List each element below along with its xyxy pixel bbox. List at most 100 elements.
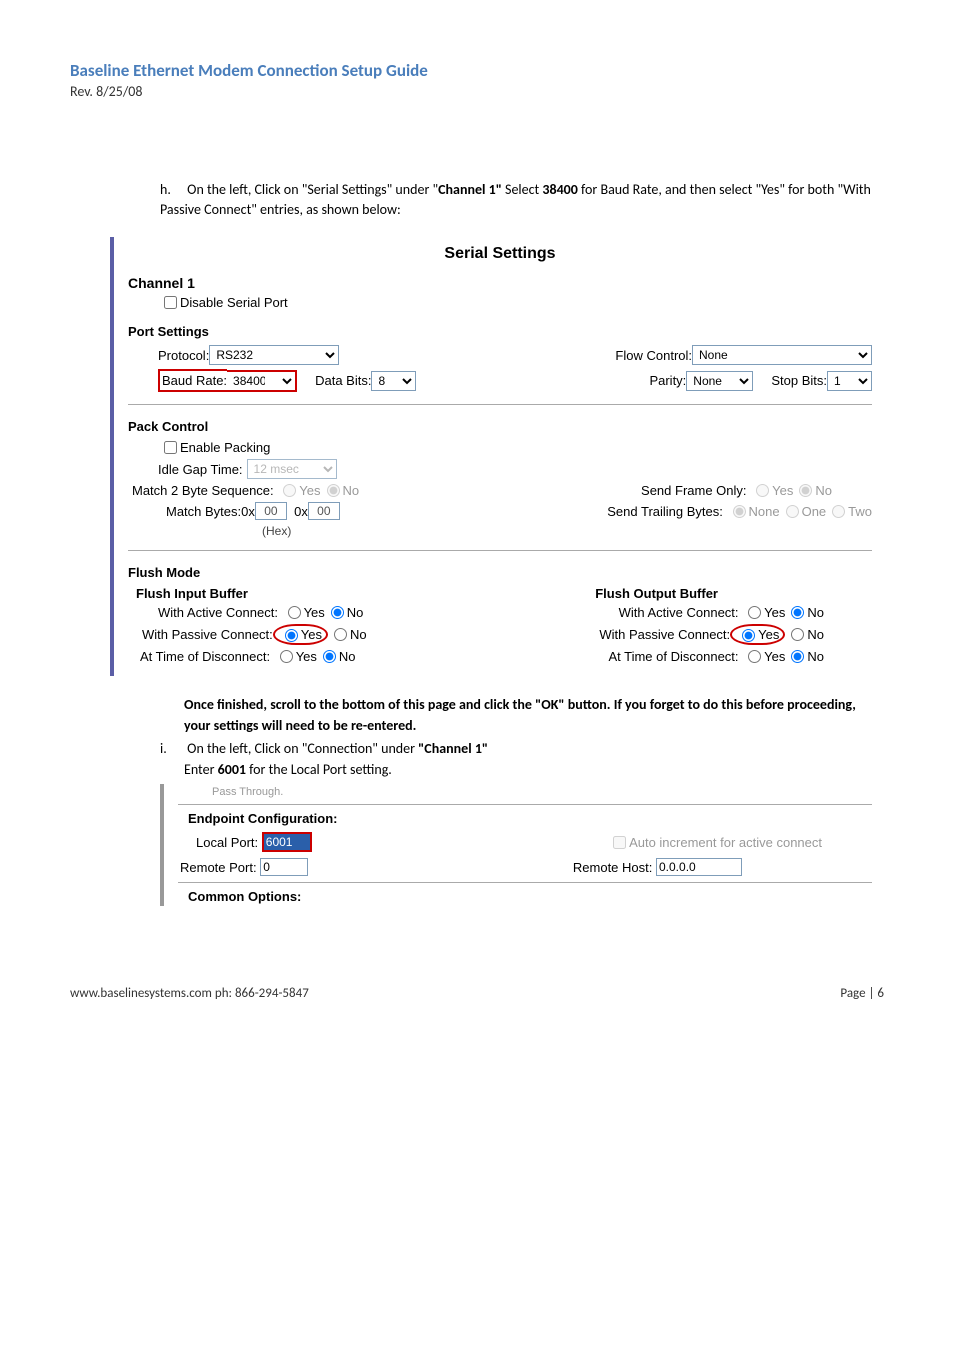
local-port-label: Local Port: [196,835,258,850]
pack-control-title: Pack Control [128,419,872,434]
instr-text: On the left, Click on "Serial Settings" … [187,181,438,198]
instr-bold2: 38400 [542,181,577,198]
trail-two-label: Two [848,504,872,519]
post-instructions: Once finished, scroll to the bottom of t… [160,694,884,780]
fob-passive-label: With Passive Connect: [599,627,730,642]
fib-disc-yes-label: Yes [296,649,317,664]
fob-disc-label: At Time of Disconnect: [608,649,738,664]
auto-increment-checkbox [613,836,626,849]
fib-passive-yes-radio[interactable] [285,629,298,642]
trail-none-label: None [749,504,780,519]
instr-bold1: Channel 1" [438,181,502,198]
fob-disc-no-radio[interactable] [791,650,804,663]
match-byte-1 [255,502,287,520]
remote-host-input[interactable] [656,858,742,876]
fib-disc-yes-radio[interactable] [280,650,293,663]
local-port-input[interactable] [262,832,312,852]
fob-passive-no-radio[interactable] [791,628,804,641]
instr-text2: Select [502,181,543,198]
fob-passive-no-label: No [807,627,824,642]
match2byte-no-label: No [343,483,360,498]
fib-passive-no-radio[interactable] [334,628,347,641]
match2byte-no-radio [327,484,340,497]
fob-active-no-label: No [807,605,824,620]
channel-title: Channel 1 [128,275,872,291]
send-frame-no-label: No [815,483,832,498]
send-frame-no-radio [799,484,812,497]
trail-two-radio [832,505,845,518]
enter-text1: Enter [184,761,218,778]
hex-0x-2: 0x [294,504,308,519]
protocol-select[interactable]: RS232 [209,345,339,365]
instr-i-text: On the left, Click on "Connection" under [187,740,418,757]
instr-letter: h. [160,180,184,200]
fib-passive-yes-label: Yes [301,627,322,642]
remote-host-label: Remote Host: [573,860,652,875]
port-settings-title: Port Settings [128,324,872,339]
fob-disc-yes-label: Yes [764,649,785,664]
send-frame-yes-radio [756,484,769,497]
flow-label: Flow Control: [615,348,692,363]
instr-i-bold: "Channel 1" [418,740,488,757]
common-options-title: Common Options: [188,889,301,904]
flush-mode-title: Flush Mode [128,565,872,580]
flush-input-title: Flush Input Buffer [136,586,248,601]
endpoint-title: Endpoint Configuration: [188,811,337,826]
auto-increment-label: Auto increment for active connect [629,835,822,850]
instruction-h: h. On the left, Click on "Serial Setting… [160,180,884,219]
fob-disc-yes-radio[interactable] [748,650,761,663]
match2byte-yes-radio [283,484,296,497]
fob-passive-yes-radio[interactable] [742,629,755,642]
trail-one-radio [786,505,799,518]
fib-active-no-label: No [347,605,364,620]
disable-serial-label: Disable Serial Port [180,295,288,310]
pass-through-fragment: Pass Through. [212,786,872,798]
enable-packing-label: Enable Packing [180,440,270,455]
enter-text2: for the Local Port setting. [246,761,392,778]
baud-rate-select[interactable]: 38400 [227,370,297,392]
fob-active-yes-radio[interactable] [748,606,761,619]
fib-passive-no-label: No [350,627,367,642]
idle-gap-select: 12 msec [247,459,337,479]
stop-bits-select[interactable]: 1 [827,371,872,391]
match2byte-yes-label: Yes [299,483,320,498]
fib-disc-no-label: No [339,649,356,664]
remote-port-input[interactable] [260,858,308,876]
fob-disc-no-label: No [807,649,824,664]
enter-bold: 6001 [218,761,246,778]
match-byte-2 [308,502,340,520]
baud-rate-label: Baud Rate: [158,369,227,392]
fob-active-yes-label: Yes [764,605,785,620]
send-frame-label: Send Frame Only: [641,483,747,498]
enable-packing-checkbox[interactable] [164,441,177,454]
fob-passive-yes-label: Yes [758,627,779,642]
trail-one-label: One [802,504,827,519]
endpoint-panel: Pass Through. Endpoint Configuration: Lo… [160,784,884,906]
parity-select[interactable]: None [686,371,753,391]
instr-i-letter: i. [160,738,184,759]
fib-disc-no-radio[interactable] [323,650,336,663]
remote-port-label: Remote Port: [180,860,257,875]
hex-0x-1: 0x [241,504,255,519]
idle-gap-label: Idle Gap Time: [158,462,243,477]
disable-serial-checkbox[interactable] [164,296,177,309]
fob-active-no-radio[interactable] [791,606,804,619]
serial-settings-title: Serial Settings [128,245,872,263]
fib-active-yes-radio[interactable] [288,606,301,619]
data-bits-select[interactable]: 8 [371,371,416,391]
stop-bits-label: Stop Bits: [771,373,827,388]
fib-active-yes-label: Yes [304,605,325,620]
fib-active-no-radio[interactable] [331,606,344,619]
flush-output-title: Flush Output Buffer [595,586,718,601]
flow-select[interactable]: None [692,345,872,365]
data-bits-label: Data Bits: [315,373,371,388]
send-trailing-label: Send Trailing Bytes: [607,504,723,519]
fib-active-label: With Active Connect: [158,605,278,620]
parity-label: Parity: [649,373,686,388]
match2byte-label: Match 2 Byte Sequence: [132,483,274,498]
hex-hint: (Hex) [128,524,872,538]
fob-active-label: With Active Connect: [619,605,739,620]
send-frame-yes-label: Yes [772,483,793,498]
match-bytes-label: Match Bytes: [166,504,241,519]
finish-note: Once finished, scroll to the bottom of t… [184,696,856,734]
